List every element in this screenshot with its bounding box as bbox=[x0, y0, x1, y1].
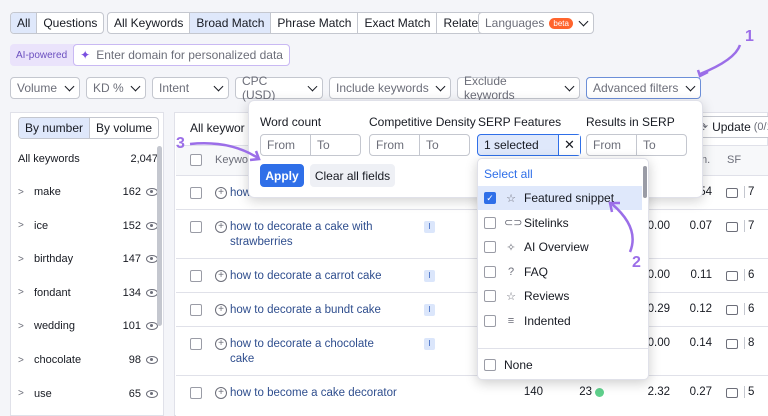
annotation-arrows bbox=[189, 44, 742, 253]
arrow-2 bbox=[611, 203, 634, 253]
annotation-number-3: 3 bbox=[176, 135, 185, 152]
arrow-3 bbox=[189, 142, 259, 160]
annotation-number-1: 1 bbox=[745, 28, 754, 45]
arrow-1 bbox=[699, 44, 742, 76]
annotation-number-2: 2 bbox=[632, 254, 641, 271]
